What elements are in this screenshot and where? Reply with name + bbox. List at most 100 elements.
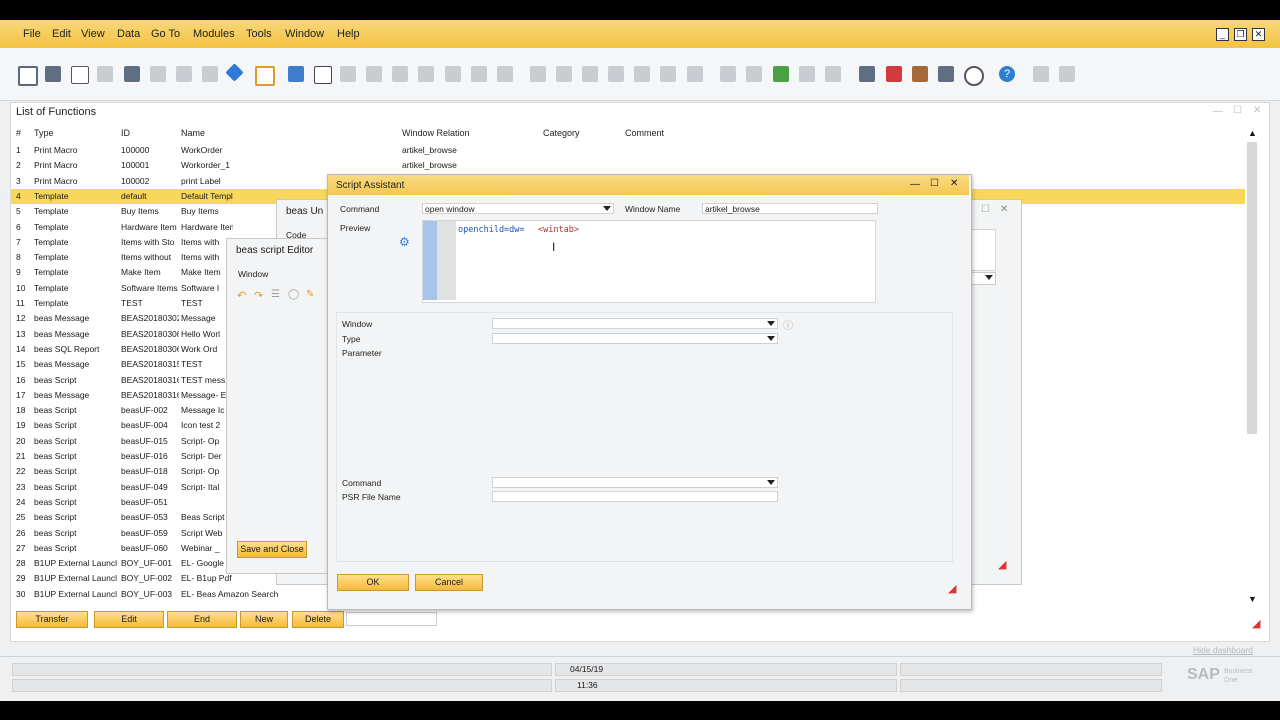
target-document-icon	[556, 66, 572, 82]
cancel-button[interactable]: Cancel	[415, 574, 483, 591]
cell-id: beasUF-053	[121, 512, 168, 523]
comment-icon[interactable]: ☰	[271, 289, 280, 300]
cell-type: Template	[34, 236, 69, 247]
cell-rel: artikel_browse	[402, 160, 457, 171]
menu-file[interactable]: File	[23, 28, 41, 40]
close-document-icon[interactable]	[886, 66, 902, 82]
command-value: open window	[425, 204, 475, 214]
edit-button[interactable]: Edit	[94, 611, 164, 628]
cell-id: beasUF-060	[121, 542, 168, 553]
help-icon[interactable]: ?	[999, 66, 1015, 82]
header-id[interactable]: ID	[121, 128, 130, 138]
calendar-icon[interactable]	[859, 66, 875, 82]
redo-icon[interactable]: ↷	[254, 289, 263, 302]
scroll-down-icon[interactable]: ▼	[1248, 594, 1257, 604]
contacts-icon[interactable]	[938, 66, 954, 82]
command-select[interactable]: open window	[422, 203, 614, 214]
cell-n: 17	[16, 389, 26, 400]
cell-n: 20	[16, 435, 26, 446]
scroll-up-icon[interactable]: ▲	[1248, 128, 1257, 138]
delete-button[interactable]: Delete	[292, 611, 344, 628]
header-number: #	[16, 128, 22, 138]
table-row[interactable]: 2 Print Macro 100001 Workorder_1 artikel_bro…	[11, 158, 1245, 173]
edit-icon	[720, 66, 736, 82]
header-type[interactable]: Type	[34, 128, 54, 138]
cell-id: BEAS20180316	[121, 374, 179, 385]
email-icon[interactable]	[71, 66, 89, 84]
find-field[interactable]	[346, 612, 437, 626]
scrollbar-thumb[interactable]	[1247, 142, 1257, 434]
cell-id: beasUF-002	[121, 405, 168, 416]
table-row[interactable]: 1 Print Macro 100000 WorkOrder artikel_brows…	[11, 143, 1245, 158]
menu-view[interactable]: View	[81, 28, 105, 40]
list-minimize-icon[interactable]: —	[1213, 106, 1223, 117]
menu-edit[interactable]: Edit	[52, 28, 71, 40]
dialog-close-icon[interactable]: ✕	[950, 178, 958, 189]
window-name-field[interactable]: artikel_browse	[702, 203, 878, 214]
window-select[interactable]	[492, 318, 778, 329]
psr-file-name-field[interactable]	[492, 491, 778, 502]
list-maximize-icon[interactable]: ☐	[1233, 105, 1242, 116]
menu-window[interactable]: Window	[285, 28, 324, 40]
info-icon[interactable]: ⓘ	[783, 317, 793, 332]
dialog-resize-icon[interactable]: ◢	[948, 582, 956, 595]
run-icon[interactable]: ⚙	[399, 235, 410, 249]
menu-modules[interactable]: Modules	[193, 28, 235, 40]
header-window-relation[interactable]: Window Relation	[402, 128, 470, 138]
cell-n: 19	[16, 420, 26, 431]
cell-id: TEST	[121, 298, 143, 308]
cell-n: 9	[16, 267, 21, 278]
cell-id: beasUF-018	[121, 466, 168, 477]
header-name[interactable]: Name	[181, 128, 205, 138]
preview-icon[interactable]	[18, 66, 38, 86]
cell-n: 26	[16, 527, 26, 538]
user-icon[interactable]	[964, 66, 984, 86]
settings-icon	[634, 66, 650, 82]
cell-n: 24	[16, 496, 26, 507]
report-icon[interactable]	[912, 66, 928, 82]
resize-grip-icon[interactable]: ◢	[1252, 617, 1260, 630]
command2-select[interactable]	[492, 477, 778, 488]
dialog-minimize-icon[interactable]: —	[910, 179, 920, 190]
menu-tools[interactable]: Tools	[246, 28, 272, 40]
header-category[interactable]: Category	[543, 128, 580, 138]
magic-wand-icon[interactable]: ✎	[306, 289, 314, 300]
menu-goto[interactable]: Go To	[151, 28, 180, 40]
header-comment[interactable]: Comment	[625, 128, 664, 138]
cell-type: beas Script	[34, 435, 77, 446]
beas-un-resize-icon[interactable]: ◢	[998, 558, 1006, 571]
widget-icon	[1033, 66, 1049, 82]
type-select[interactable]	[492, 333, 778, 344]
add-record-icon[interactable]	[773, 66, 789, 82]
navigate-icon[interactable]	[225, 63, 244, 82]
transfer-button[interactable]: Transfer	[16, 611, 88, 628]
preview-line-numbers	[437, 221, 456, 300]
find-icon[interactable]	[288, 66, 304, 82]
cell-id: beasUF-004	[121, 420, 168, 431]
dialog-maximize-icon[interactable]: ☐	[930, 178, 939, 189]
beas-un-maximize-icon[interactable]: ☐	[981, 204, 990, 215]
app-restore-icon[interactable]: ❐	[1234, 28, 1247, 41]
new-button[interactable]: New	[240, 611, 288, 628]
ok-button[interactable]: OK	[337, 574, 409, 591]
beas-un-dropdown[interactable]	[970, 272, 996, 285]
cell-n: 12	[16, 313, 26, 324]
lock-icon[interactable]	[255, 66, 275, 86]
menu-help[interactable]: Help	[337, 28, 360, 40]
print-icon[interactable]	[45, 66, 61, 82]
bubble-icon[interactable]: ◯	[288, 289, 299, 300]
add-icon[interactable]	[314, 66, 332, 84]
layout-icon	[660, 66, 676, 82]
menu-data[interactable]: Data	[117, 28, 140, 40]
app-close-icon[interactable]: ✕	[1252, 28, 1265, 41]
hide-dashboard-link[interactable]: Hide dashboard	[1193, 645, 1253, 655]
list-close-icon[interactable]: ✕	[1253, 105, 1261, 116]
save-icon[interactable]	[124, 66, 140, 82]
beas-un-close-icon[interactable]: ✕	[1000, 204, 1008, 215]
cell-n: 25	[16, 512, 26, 523]
cell-id: BEAS20180316	[121, 389, 179, 400]
save-and-close-button[interactable]: Save and Close	[237, 541, 307, 558]
end-button[interactable]: End	[167, 611, 237, 628]
undo-icon[interactable]: ↶	[237, 289, 246, 302]
app-minimize-icon[interactable]: _	[1216, 28, 1229, 41]
